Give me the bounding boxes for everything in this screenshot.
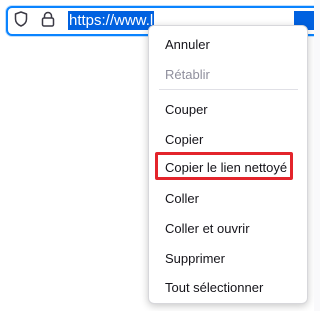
menu-item-undo[interactable]: Annuler (165, 37, 210, 53)
context-menu: Annuler Rétablir Couper Copier Copier le… (148, 25, 308, 304)
menu-item-select-all[interactable]: Tout sélectionner (165, 280, 263, 296)
menu-item-delete[interactable]: Supprimer (165, 251, 225, 267)
menu-item-redo: Rétablir (165, 67, 210, 82)
lock-icon[interactable] (41, 11, 55, 27)
menu-item-cut[interactable]: Couper (165, 102, 208, 118)
menu-item-copy[interactable]: Copier (165, 132, 203, 148)
menu-separator (159, 89, 298, 90)
menu-item-paste-and-go[interactable]: Coller et ouvrir (165, 221, 250, 237)
menu-item-paste[interactable]: Coller (165, 191, 199, 207)
url-text[interactable]: https://www.l (68, 11, 155, 30)
menu-item-copy-clean-link[interactable]: Copier le lien nettoyé (165, 160, 287, 176)
shield-icon[interactable] (14, 11, 28, 27)
browser-window: https://www.l Annuler Rétablir Couper Co… (0, 0, 314, 311)
